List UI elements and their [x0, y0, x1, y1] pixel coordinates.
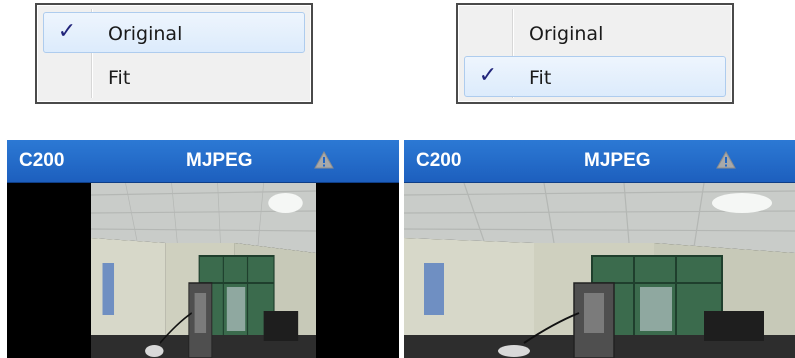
video-area — [7, 183, 399, 358]
camera-header-bar: C200 MJPEG — [7, 140, 399, 183]
video-feed — [91, 183, 316, 358]
menu-item-original[interactable]: Original — [464, 12, 726, 53]
menu-item-fit[interactable]: ✓ Fit — [464, 56, 726, 97]
video-frame-image — [404, 183, 795, 358]
menu-item-label: Original — [108, 23, 183, 45]
display-mode-menu-original: ✓ Original Fit — [35, 3, 313, 104]
camera-codec: MJPEG — [584, 150, 651, 171]
camera-name: C200 — [19, 150, 65, 171]
camera-view-fit[interactable]: C200 MJPEG — [404, 140, 795, 358]
menu-item-label: Original — [529, 23, 604, 45]
camera-codec: MJPEG — [186, 150, 253, 171]
menu-item-original[interactable]: ✓ Original — [43, 12, 305, 53]
menu-item-label: Fit — [529, 67, 552, 89]
video-area — [404, 183, 795, 358]
checkmark-icon: ✓ — [57, 19, 77, 44]
warning-icon[interactable] — [716, 151, 736, 169]
camera-name: C200 — [416, 150, 462, 171]
camera-header-bar: C200 MJPEG — [404, 140, 795, 183]
camera-view-original[interactable]: C200 MJPEG — [7, 140, 399, 358]
menu-item-fit[interactable]: Fit — [43, 56, 305, 97]
display-mode-menu-fit: Original ✓ Fit — [456, 3, 734, 104]
warning-icon[interactable] — [314, 151, 334, 169]
checkmark-icon: ✓ — [478, 63, 498, 88]
video-feed — [404, 183, 795, 358]
menu-item-label: Fit — [108, 67, 131, 89]
video-frame-image — [91, 183, 316, 358]
